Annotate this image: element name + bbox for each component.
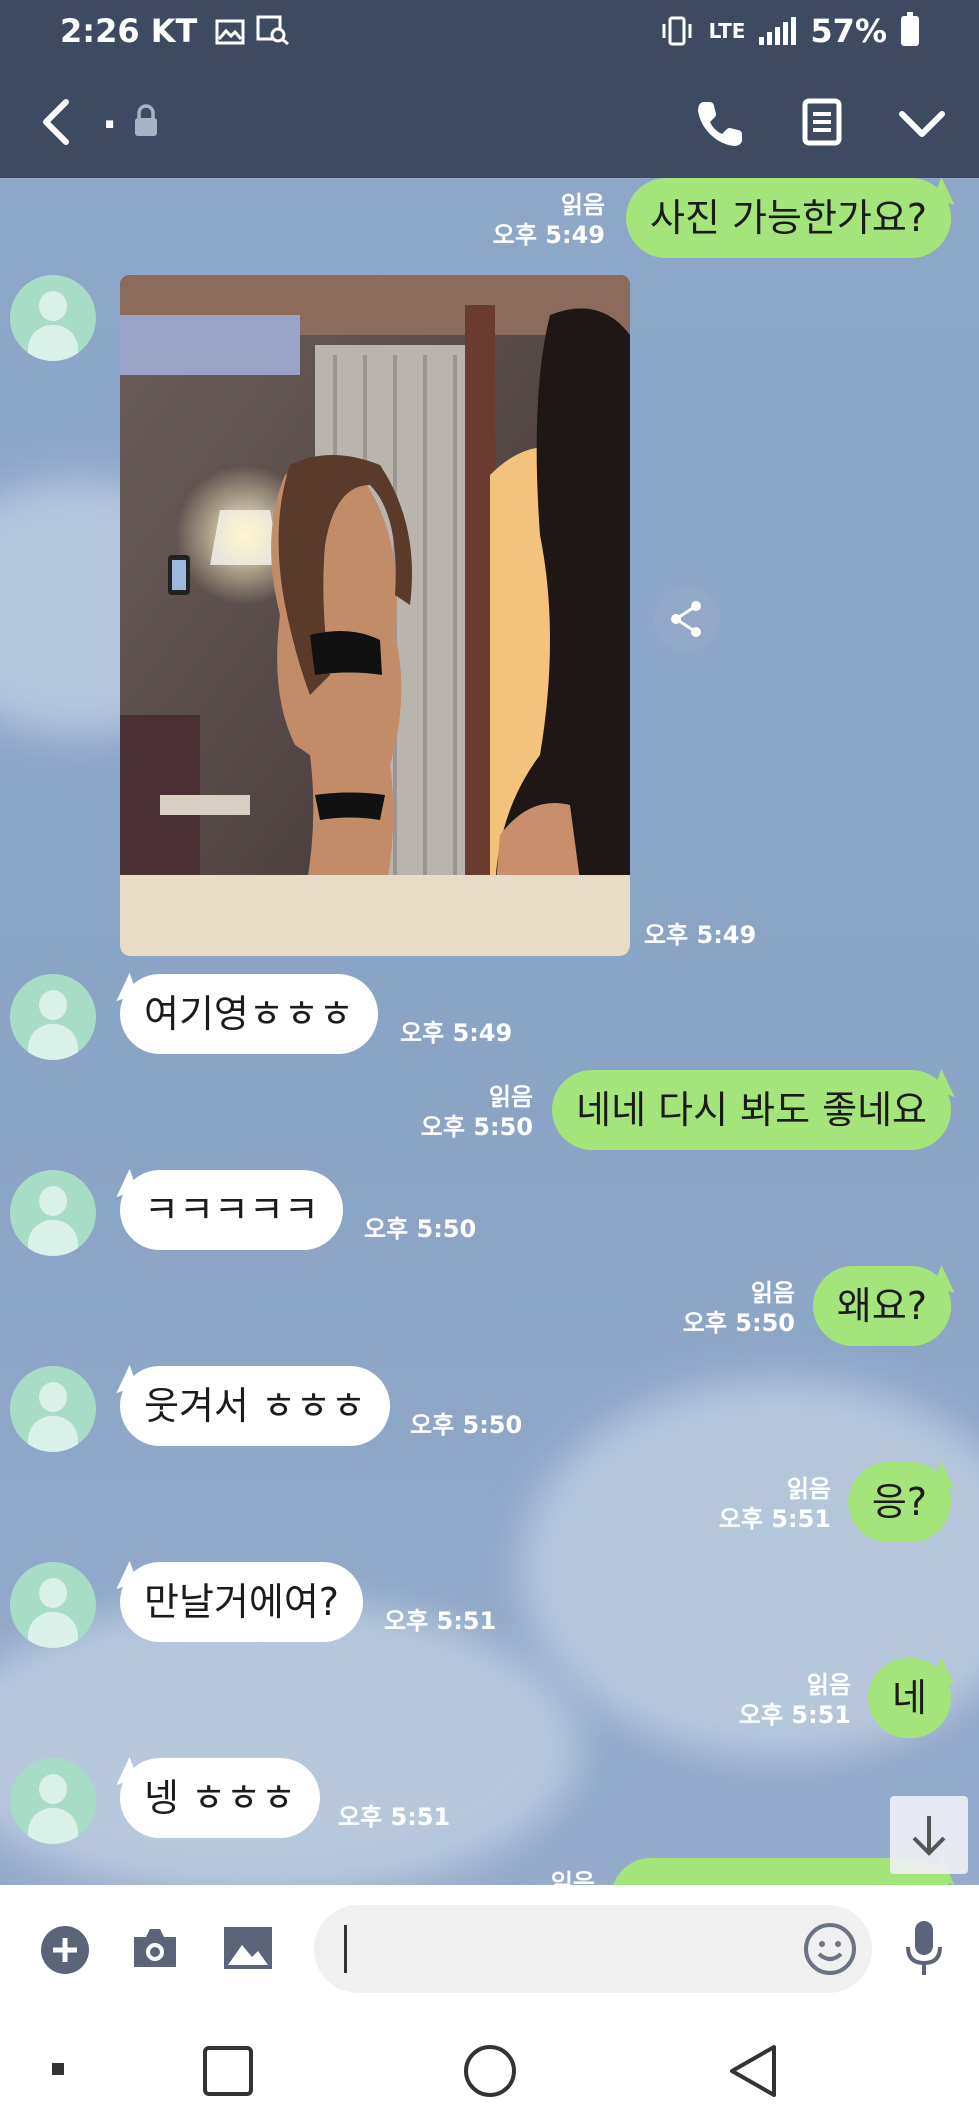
nav-bar — [0, 2015, 979, 2123]
photo-message[interactable] — [120, 275, 630, 956]
image-icon[interactable] — [222, 1925, 274, 1971]
scan-icon — [256, 15, 289, 46]
message-text: 네 — [892, 1676, 927, 1720]
status-time: 2:26 KT — [60, 12, 290, 50]
message-text: 여기영ㅎㅎㅎ — [144, 992, 354, 1036]
message-text: 왜요? — [836, 1284, 927, 1328]
camera-icon[interactable] — [130, 1923, 180, 1973]
message-time: 오후 5:51 — [338, 1803, 451, 1831]
message-bubble-outgoing[interactable]: 응? — [847, 1462, 951, 1542]
status-carrier: KT — [150, 12, 198, 50]
message-text: 사진 가능한가요? — [650, 196, 927, 240]
recent-dot-icon[interactable] — [50, 2061, 66, 2077]
message-meta: 읽음 오후 5:50 — [421, 1082, 533, 1142]
message-text: 넹 ㅎㅎㅎ — [144, 1776, 296, 1820]
notes-icon[interactable] — [802, 98, 842, 146]
message-text: 응? — [871, 1480, 927, 1524]
signal-icon — [759, 17, 797, 45]
message-bubble-incoming[interactable]: 넹 ㅎㅎㅎ — [120, 1758, 320, 1838]
message-meta: 읽음 오후 5:51 — [739, 1670, 851, 1730]
message-text: 만날거에여? — [144, 1580, 339, 1624]
message-time: 오후 5:51 — [718, 1505, 831, 1533]
message-time: 오후 5:51 — [738, 1701, 851, 1729]
photo-image — [120, 275, 630, 956]
message-input[interactable] — [314, 1905, 872, 1993]
message-time: 오후 5:50 — [682, 1309, 795, 1337]
message-bubble-incoming[interactable]: 여기영ㅎㅎㅎ — [120, 974, 378, 1054]
call-icon[interactable] — [694, 98, 746, 150]
avatar[interactable] — [10, 1758, 96, 1844]
message-bubble-outgoing[interactable]: 사진 가능한가요? — [626, 178, 951, 258]
message-time: 오후 5:49 — [644, 921, 757, 949]
status-right: LTE 57% — [659, 12, 919, 50]
battery-icon — [901, 12, 919, 46]
input-bar — [0, 1885, 979, 2015]
message-time: 오후 5:50 — [420, 1113, 533, 1141]
avatar[interactable] — [10, 275, 96, 361]
chat-header: . — [0, 64, 979, 178]
message-bubble-outgoing[interactable]: 네네 다시 봐도 좋네요 — [552, 1070, 951, 1150]
vibrate-icon — [662, 16, 692, 46]
message-text: 네네 다시 봐도 좋네요 — [576, 1088, 927, 1132]
chat-area[interactable]: 읽음 오후 5:49 사진 가능한가요? 오후 5:49 여기영ㅎㅎㅎ 오후 5… — [0, 178, 979, 1885]
lock-icon — [135, 104, 157, 136]
avatar[interactable] — [10, 1170, 96, 1256]
message-bubble-incoming[interactable]: 웃겨서 ㅎㅎㅎ — [120, 1366, 390, 1446]
message-time: 오후 5:50 — [364, 1215, 477, 1243]
avatar[interactable] — [10, 1562, 96, 1648]
message-bubble-outgoing[interactable]: 네 — [868, 1658, 951, 1738]
message-text: 웃겨서 ㅎㅎㅎ — [144, 1384, 366, 1428]
back-nav-icon[interactable] — [726, 2043, 780, 2099]
share-icon — [671, 601, 701, 637]
read-receipt: 읽음 — [488, 1083, 533, 1111]
status-bar: 2:26 KT LTE 57% — [0, 0, 979, 64]
overview-icon[interactable] — [202, 2045, 254, 2097]
status-time-value: 2:26 — [60, 12, 140, 50]
chat-title[interactable]: . — [102, 92, 117, 138]
network-type: LTE — [708, 19, 746, 43]
message-meta: 읽음 오후 5:49 — [493, 190, 605, 250]
read-receipt: 읽음 — [560, 191, 605, 219]
message-bubble-outgoing[interactable]: 왜요? — [812, 1266, 951, 1346]
message-bubble-incoming[interactable]: 만날거에여? — [120, 1562, 363, 1642]
message-meta: 읽음 오후 5:50 — [683, 1278, 795, 1338]
arrow-down-icon — [912, 1816, 946, 1856]
message-time: 오후 5:51 — [384, 1607, 497, 1635]
message-time: 오후 5:50 — [410, 1411, 523, 1439]
message-meta: 읽음 — [551, 1868, 595, 1885]
battery-percent: 57% — [810, 12, 887, 50]
mic-icon[interactable] — [904, 1919, 944, 1979]
message-time: 오후 5:49 — [400, 1019, 513, 1047]
add-icon[interactable] — [40, 1925, 90, 1975]
back-icon[interactable] — [32, 94, 82, 150]
message-text: ㅋㅋㅋㅋㅋ — [144, 1188, 319, 1232]
message-time: 오후 5:49 — [492, 221, 605, 249]
read-receipt: 읽음 — [786, 1475, 831, 1503]
read-receipt: 읽음 — [806, 1671, 851, 1699]
avatar[interactable] — [10, 1366, 96, 1452]
text-cursor — [344, 1925, 347, 1973]
avatar[interactable] — [10, 974, 96, 1060]
message-bubble-incoming[interactable]: ㅋㅋㅋㅋㅋ — [120, 1170, 343, 1250]
emoji-icon[interactable] — [802, 1921, 858, 1977]
share-button[interactable] — [654, 586, 720, 652]
gallery-icon — [215, 19, 244, 45]
message-meta: 읽음 오후 5:51 — [719, 1474, 831, 1534]
home-icon[interactable] — [462, 2043, 518, 2099]
scroll-down-button[interactable] — [890, 1796, 968, 1874]
chevron-down-icon[interactable] — [896, 104, 948, 144]
read-receipt: 읽음 — [750, 1279, 795, 1307]
read-receipt: 읽음 — [550, 1869, 595, 1885]
